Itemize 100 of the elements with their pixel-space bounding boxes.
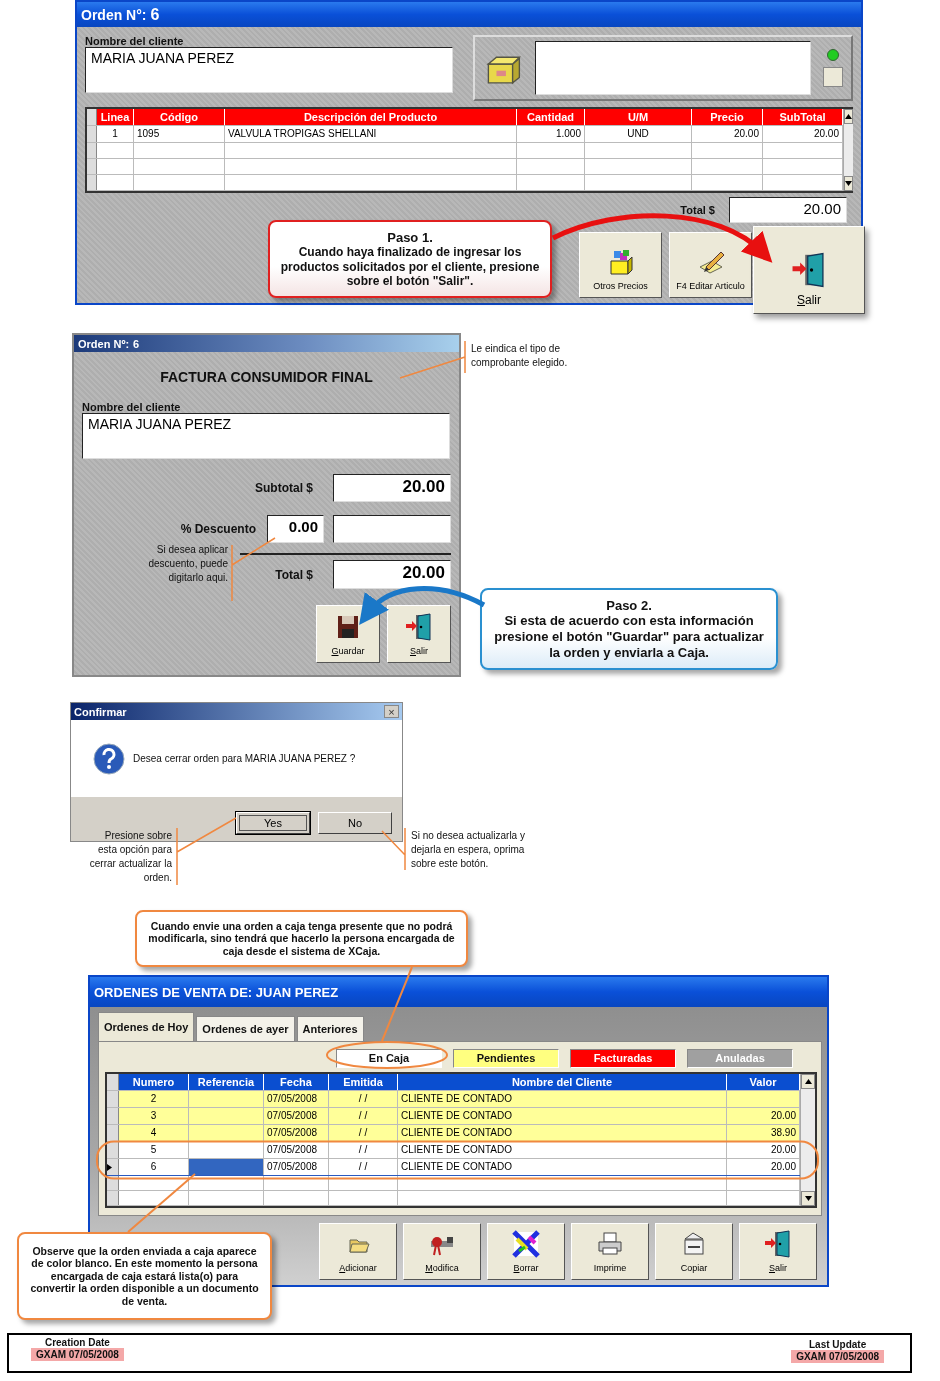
leader-line <box>231 537 276 602</box>
table-cell: CLIENTE DE CONTADO <box>398 1108 727 1124</box>
close-button[interactable]: × <box>384 705 399 718</box>
column-header: Fecha <box>264 1074 329 1090</box>
toolbar-button[interactable]: Modifica <box>403 1223 481 1280</box>
column-header: Nombre del Cliente <box>398 1074 727 1090</box>
status-legend: Pendientes <box>453 1049 559 1068</box>
order-row[interactable]: 3 07/05/2008 / / CLIENTE DE CONTADO 20.00 <box>107 1108 800 1125</box>
door-icon <box>763 1229 793 1259</box>
callout-text: Cuando haya finalizado de ingresar los productos solicitados por el cliente, presione sobre el botón "Salir". <box>279 245 541 289</box>
table-row[interactable]: 1 1095 VALVULA TROPIGAS SHELLANI 1.000 UND 20.00 20.00 <box>87 126 843 143</box>
table-cell: 2 <box>119 1091 189 1107</box>
annotation-note: Le eindica el tipo de comprobante elegido. <box>471 342 569 370</box>
table-cell: UND <box>585 126 692 142</box>
small-button[interactable] <box>823 67 843 87</box>
table-cell: 07/05/2008 <box>264 1125 329 1141</box>
exit-button[interactable]: Salir <box>753 226 865 314</box>
client-field[interactable]: MARIA JUANA PEREZ <box>85 47 453 93</box>
discount-field[interactable]: 0.00 <box>267 515 324 543</box>
table-cell: CLIENTE DE CONTADO <box>398 1091 727 1107</box>
client-field[interactable]: MARIA JUANA PEREZ <box>82 413 450 459</box>
yes-button[interactable]: Yes <box>236 812 310 834</box>
toolbar-button[interactable]: Otros Precios <box>579 232 662 298</box>
creation-date-label: Creation Date <box>44 1337 110 1348</box>
product-image-field[interactable] <box>535 41 811 95</box>
toolbar-button[interactable]: F4 Editar Articulo <box>669 232 752 298</box>
column-header: Emitida <box>329 1074 398 1090</box>
table-cell: / / <box>329 1125 398 1141</box>
tab[interactable]: Ordenes de ayer <box>196 1016 295 1041</box>
table-cell: 1 <box>97 126 134 142</box>
discount-amount-field[interactable] <box>333 515 451 543</box>
order-row[interactable]: 2 07/05/2008 / / CLIENTE DE CONTADO <box>107 1091 800 1108</box>
total-label: Total $ <box>680 204 715 216</box>
scroll-down-icon[interactable] <box>845 181 852 186</box>
total-field[interactable]: 20.00 <box>333 560 451 589</box>
table-cell: / / <box>329 1159 398 1175</box>
leader-line <box>399 340 466 379</box>
toolbar-button[interactable]: Copiar <box>655 1223 733 1280</box>
last-update-label: Last Update <box>808 1339 867 1350</box>
table-cell: CLIENTE DE CONTADO <box>398 1142 727 1158</box>
toolbar-button[interactable]: Salir <box>739 1223 817 1280</box>
column-header: Descripción del Producto <box>225 109 517 125</box>
column-header: Linea <box>97 109 134 125</box>
empty-row[interactable] <box>87 143 843 159</box>
client-label: Nombre del cliente <box>82 401 182 413</box>
total-label: Total $ <box>275 567 313 582</box>
column-header: Precio <box>692 109 763 125</box>
order-row[interactable]: 6 07/05/2008 / / CLIENTE DE CONTADO 20.00 <box>107 1159 800 1176</box>
scroll-down-icon[interactable] <box>804 1196 812 1201</box>
table-cell: 20.00 <box>692 126 763 142</box>
table-cell: 5 <box>119 1142 189 1158</box>
row-selector[interactable] <box>107 1159 119 1175</box>
callout-text: Observe que la orden enviada a caja aparece de color blanco. En este momento la persona encargada de caja estará lista(o) para convertir la orden disponible a un documento de venta. <box>29 1244 260 1308</box>
subtotal-field[interactable]: 20.00 <box>333 474 451 502</box>
callout-title: Paso 1. <box>387 229 433 246</box>
empty-row[interactable] <box>87 159 843 175</box>
subtotal-label: Subtotal $ <box>255 481 313 495</box>
leader-line <box>381 827 406 871</box>
last-update-date: GXAM 07/05/2008 <box>791 1350 884 1363</box>
row-pointer-icon <box>107 1163 112 1171</box>
annotation-note: Si no desea actualizarla y dejarla en espera, oprima sobre este botón. <box>411 829 526 871</box>
window-title: ORDENES DE VENTA DE: JUAN PEREZ <box>94 984 339 1000</box>
column-header: Código <box>134 109 225 125</box>
table-cell: VALVULA TROPIGAS SHELLANI <box>225 126 517 142</box>
table-cell: 4 <box>119 1125 189 1141</box>
save-button[interactable]: Guardar <box>316 605 380 663</box>
status-legend: Anuladas <box>687 1049 793 1068</box>
exit-button[interactable]: Salir <box>387 605 451 663</box>
client-label: Nombre del cliente <box>85 35 185 47</box>
table-cell: 07/05/2008 <box>264 1108 329 1124</box>
window-title: Orden Nº: <box>78 337 130 350</box>
column-header: Valor <box>727 1074 800 1090</box>
column-header: Cantidad <box>517 109 585 125</box>
table-cell: 1095 <box>134 126 225 142</box>
callout-text: Cuando envie una orden a caja tenga presente que no podrá modificarla, sino tendrá que hacerlo la persona encargada de caja desde el sistema de XCaja. <box>147 919 456 958</box>
tab[interactable]: Ordenes de Hoy <box>98 1012 195 1041</box>
document-type-heading: FACTURA CONSUMIDOR FINAL <box>159 369 374 385</box>
scroll-up-icon[interactable] <box>845 114 852 119</box>
scroll-up-icon[interactable] <box>804 1079 812 1084</box>
discount-label: % Descuento <box>180 522 256 536</box>
toolbar-button[interactable]: Imprime <box>571 1223 649 1280</box>
table-cell: / / <box>329 1142 398 1158</box>
tab[interactable]: Anteriores <box>296 1016 364 1041</box>
door-icon <box>404 612 434 642</box>
callout-title: Paso 2. <box>606 597 652 614</box>
table-cell: 1.000 <box>517 126 585 142</box>
toolbar-button[interactable]: Borrar <box>487 1223 565 1280</box>
table-cell: 3 <box>119 1108 189 1124</box>
status-legend: Facturadas <box>570 1049 676 1068</box>
no-button[interactable]: No <box>318 812 392 834</box>
creation-date: GXAM 07/05/2008 <box>31 1348 124 1361</box>
dialog-message: Desea cerrar orden para MARIA JUANA PEREZ ? <box>133 753 356 764</box>
column-header: SubTotal <box>763 109 843 125</box>
order-number: 6 <box>150 5 160 24</box>
toolbar-button[interactable]: Adicionar <box>319 1223 397 1280</box>
callout-text: Si esta de acuerdo con esta información presione el botón "Guardar" para actualizar la orden y enviarla a Caja. <box>493 613 765 661</box>
colorful-icon <box>511 1229 541 1259</box>
column-header: Numero <box>119 1074 189 1090</box>
total-field[interactable]: 20.00 <box>729 197 847 223</box>
question-icon <box>93 742 125 775</box>
